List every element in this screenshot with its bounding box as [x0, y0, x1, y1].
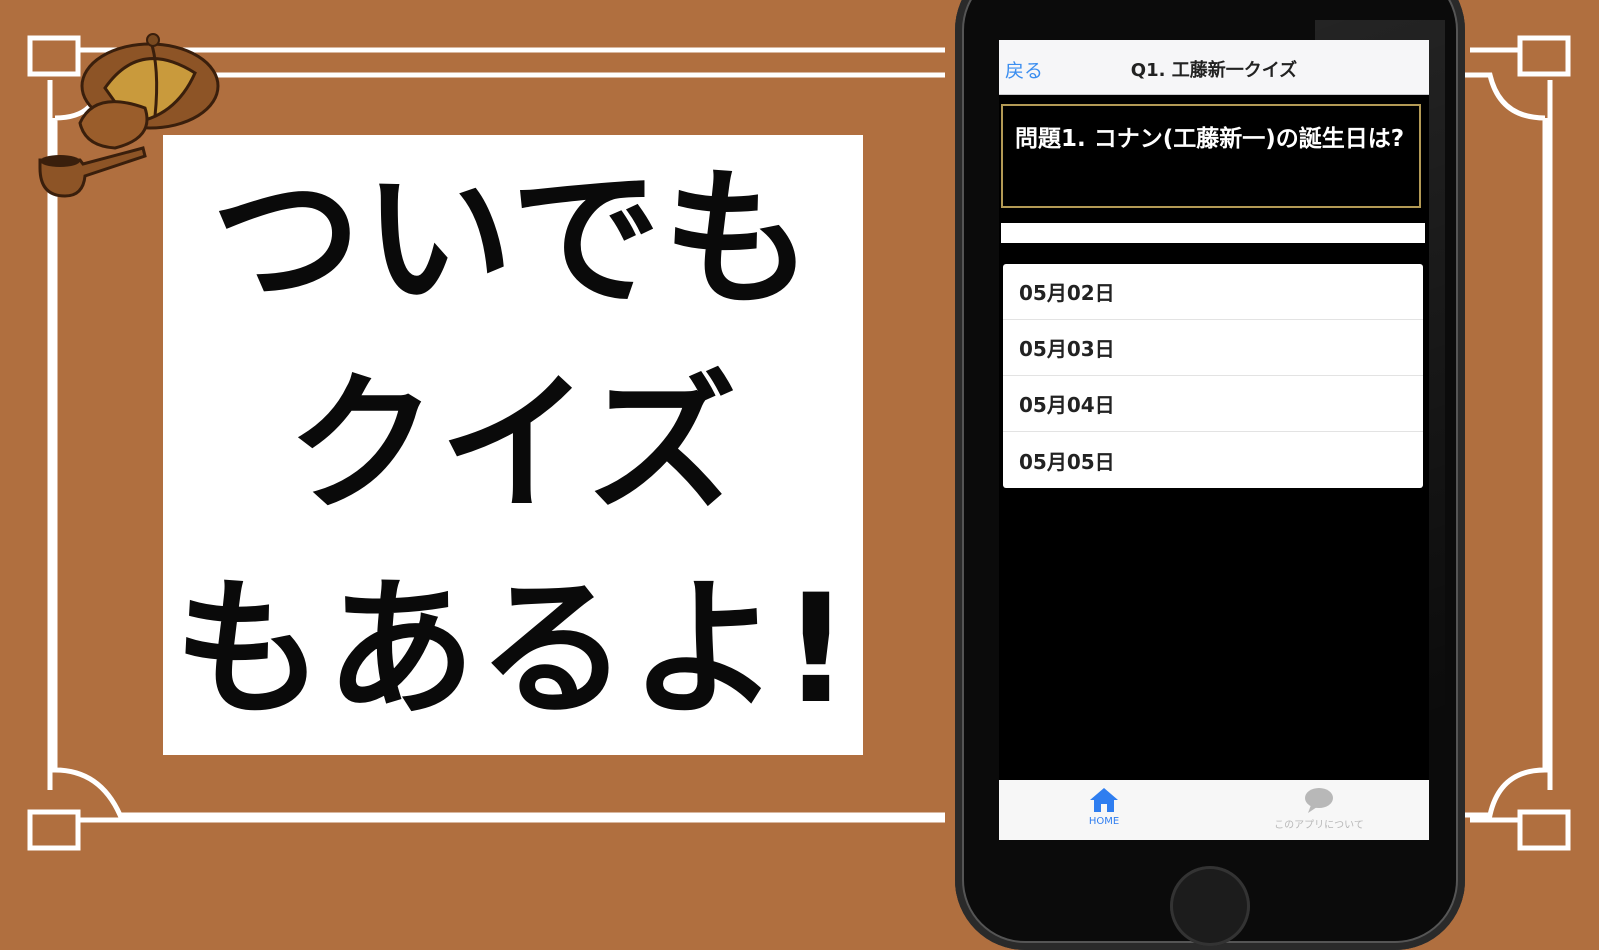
answer-option[interactable]: 05月03日 [1003, 320, 1423, 376]
promo-line-3: もあるよ! [173, 562, 853, 737]
navigation-bar: 戻る Q1. 工藤新一クイズ [999, 40, 1429, 95]
speech-bubble-icon [1305, 788, 1333, 813]
answer-option[interactable]: 05月02日 [1003, 264, 1423, 320]
question-text: 問題1. コナン(工藤新一)の誕生日は? [1001, 104, 1421, 208]
tab-about[interactable]: このアプリについて [1219, 786, 1419, 838]
answer-list: 05月02日 05月03日 05月04日 05月05日 [1003, 264, 1423, 488]
tab-home-label: HOME [1088, 816, 1120, 827]
tab-about-label: このアプリについて [1274, 820, 1364, 831]
detective-hat-and-pipe-icon [38, 33, 220, 198]
phone-home-button [1170, 866, 1250, 946]
tab-home[interactable]: HOME [1004, 786, 1204, 838]
divider-bar [1001, 223, 1425, 243]
answer-option[interactable]: 05月05日 [1003, 432, 1423, 488]
home-icon [1090, 788, 1118, 812]
nav-title: Q1. 工藤新一クイズ [1130, 60, 1298, 81]
promo-line-1: ついでも [211, 152, 815, 327]
answer-option[interactable]: 05月04日 [1003, 376, 1423, 432]
promo-card: ついでも クイズ もあるよ! [163, 135, 863, 755]
promo-line-2: クイズ [287, 357, 739, 532]
tab-bar: HOME このアプリについて [999, 780, 1429, 840]
phone-screen: 戻る Q1. 工藤新一クイズ 問題1. コナン(工藤新一)の誕生日は? 05月0… [999, 40, 1429, 840]
